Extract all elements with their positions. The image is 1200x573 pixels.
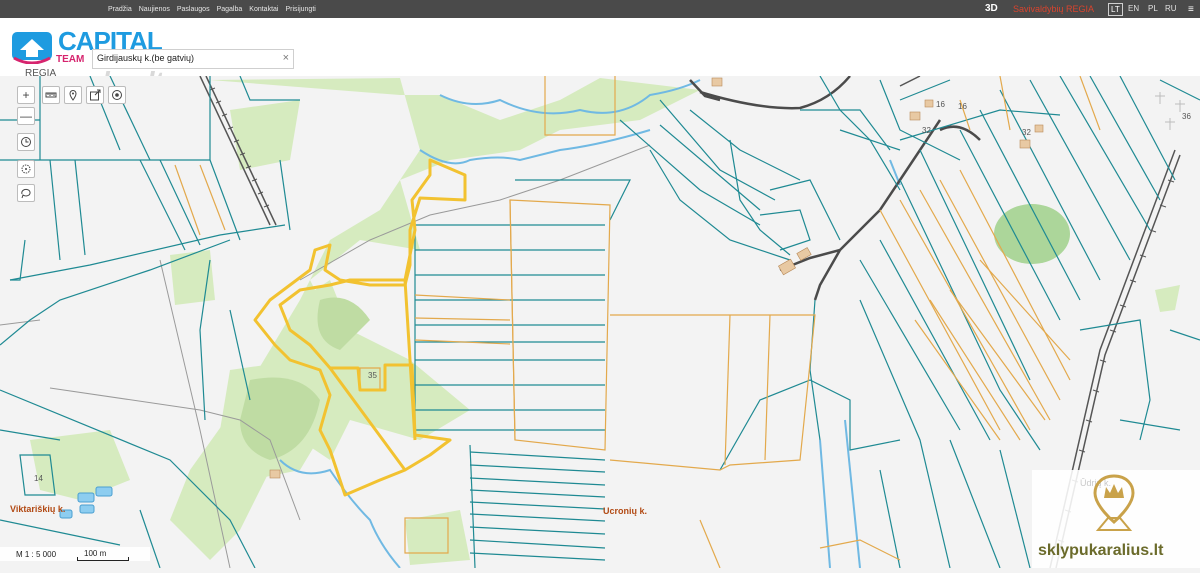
top-navigation-bar: Pradžia Naujienos Paslaugos Pagalba Kont… xyxy=(0,0,1200,18)
crosshair-icon xyxy=(21,164,31,174)
logo-team-text: TEAM xyxy=(56,54,85,65)
regia-link[interactable]: Savivaldybių REGIA xyxy=(1013,4,1094,14)
select-area-button[interactable] xyxy=(17,184,35,202)
zoom-out-button[interactable]: — xyxy=(17,107,35,125)
hamburger-menu-icon[interactable]: ≡ xyxy=(1188,4,1194,15)
plot-number-36: 36 xyxy=(1182,112,1191,121)
place-label-viktariskiu: Viktariškių k. xyxy=(10,504,66,514)
capital-team-logo-icon xyxy=(12,32,52,64)
clear-search-icon[interactable]: × xyxy=(283,52,289,64)
nav-home-link[interactable]: Pradžia xyxy=(108,6,132,13)
lasso-icon xyxy=(21,188,31,199)
scale-distance: 100 m xyxy=(84,549,107,558)
crown-pin-icon xyxy=(1093,474,1135,531)
lang-lt-button[interactable]: LT xyxy=(1108,3,1123,16)
lang-pl-button[interactable]: PL xyxy=(1146,3,1160,14)
plot-number-32b: 32 xyxy=(922,126,931,135)
scale-bar: M 1 : 5 000 100 m xyxy=(0,547,150,561)
nav-contacts-link[interactable]: Kontaktai xyxy=(249,6,278,13)
location-button[interactable] xyxy=(108,86,126,104)
place-marker-button[interactable] xyxy=(64,86,82,104)
share-link-button[interactable] xyxy=(86,86,104,104)
map-pin-icon xyxy=(69,90,77,101)
scale-ratio: M 1 : 5 000 xyxy=(16,550,57,559)
measure-tool-button[interactable] xyxy=(42,86,60,104)
plot-number-35: 35 xyxy=(368,371,377,380)
zoom-in-button[interactable]: + xyxy=(17,86,35,104)
place-label-ucroniu: Ucronių k. xyxy=(603,506,648,516)
nav-login-link[interactable]: Prisijungti xyxy=(285,6,315,13)
clock-icon xyxy=(21,137,31,147)
cadastral-map[interactable] xyxy=(0,75,1200,569)
header: CAPITAL TEAM REGIA Girdijauskų k.(be gat… xyxy=(0,18,1200,97)
nav-services-link[interactable]: Paslaugos xyxy=(177,6,210,13)
search-value: Girdijauskų k.(be gatvių) xyxy=(97,53,195,63)
ruler-icon xyxy=(45,92,57,98)
nav-news-link[interactable]: Naujienos xyxy=(139,6,170,13)
plot-number-16b: 16 xyxy=(958,102,967,111)
select-point-button[interactable] xyxy=(17,160,35,178)
nav-help-link[interactable]: Pagalba xyxy=(217,6,243,13)
view-3d-button[interactable]: 3D xyxy=(985,3,998,14)
brand-text: sklypukaralius.lt xyxy=(1038,542,1164,559)
sklypukaralius-watermark: Ūdrių k. sklypukaralius.lt xyxy=(1032,470,1200,568)
lang-en-button[interactable]: EN xyxy=(1126,3,1141,14)
plot-number-16a: 16 xyxy=(936,100,945,109)
main-menu: Pradžia Naujienos Paslaugos Pagalba Kont… xyxy=(108,0,316,18)
history-button[interactable] xyxy=(17,133,35,151)
target-icon xyxy=(112,90,122,100)
map-canvas[interactable]: 35 14 16 16 32 32 36 Viktariškių k. Ucro… xyxy=(0,75,1200,569)
lang-ru-button[interactable]: RU xyxy=(1163,3,1179,14)
share-icon xyxy=(90,89,101,101)
plot-number-14: 14 xyxy=(34,474,43,483)
plot-number-32: 32 xyxy=(1022,128,1031,137)
